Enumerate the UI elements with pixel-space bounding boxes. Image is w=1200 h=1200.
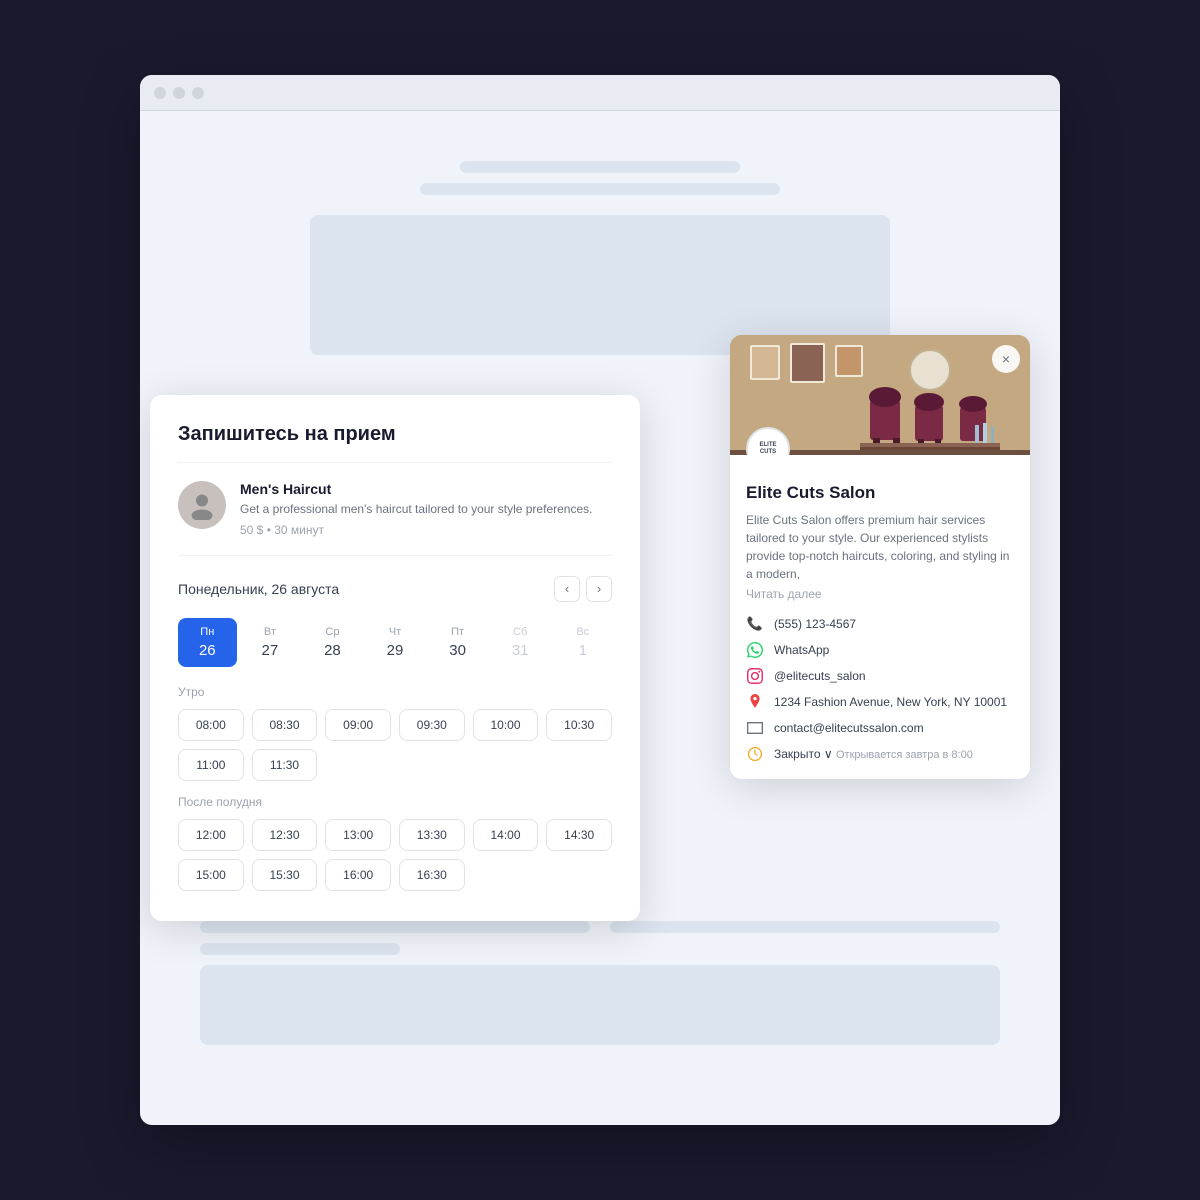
salon-banner: ELITECUTS <box>730 335 1030 455</box>
whatsapp-icon <box>746 641 764 659</box>
service-name: Men's Haircut <box>240 481 592 497</box>
phone-number: (555) 123-4567 <box>774 617 856 631</box>
time-slot-1000[interactable]: 10:00 <box>473 709 539 741</box>
time-slot-1330[interactable]: 13:30 <box>399 819 465 851</box>
contact-list: 📞 (555) 123-4567 WhatsApp <box>746 615 1014 763</box>
time-slot-0930[interactable]: 09:30 <box>399 709 465 741</box>
time-slot-1100[interactable]: 11:00 <box>178 749 244 781</box>
nav-arrows: ‹ › <box>554 576 612 602</box>
time-slot-1400[interactable]: 14:00 <box>473 819 539 851</box>
contact-hours: Закрыто ∨ Открывается завтра в 8:00 <box>746 745 1014 763</box>
time-slot-1030[interactable]: 10:30 <box>546 709 612 741</box>
date-label: Понедельник, 26 августа <box>178 581 339 597</box>
skeleton-col-2 <box>610 921 1000 933</box>
contact-phone: 📞 (555) 123-4567 <box>746 615 1014 633</box>
skeleton-row-3 <box>200 943 400 955</box>
skeleton-col-1 <box>200 921 590 933</box>
day-item-tue[interactable]: Вт 27 <box>241 618 300 667</box>
booking-modal: Запишитесь на прием Men's Haircut Get a … <box>150 395 640 921</box>
time-slot-0830[interactable]: 08:30 <box>252 709 318 741</box>
service-info: Men's Haircut Get a professional men's h… <box>240 481 592 537</box>
time-slot-1230[interactable]: 12:30 <box>252 819 318 851</box>
service-row: Men's Haircut Get a professional men's h… <box>178 481 612 556</box>
email-address: contact@elitecutssalon.com <box>774 721 924 735</box>
whatsapp-label: WhatsApp <box>774 643 829 657</box>
time-slot-1500[interactable]: 15:00 <box>178 859 244 891</box>
prev-week-button[interactable]: ‹ <box>554 576 580 602</box>
browser-dot-yellow <box>173 87 185 99</box>
instagram-icon <box>746 667 764 685</box>
contact-address: 1234 Fashion Avenue, New York, NY 10001 <box>746 693 1014 711</box>
modals-container: Запишитесь на прием Men's Haircut Get a … <box>140 135 1060 1125</box>
salon-name: Elite Cuts Salon <box>746 483 1014 503</box>
time-slot-1200[interactable]: 12:00 <box>178 819 244 851</box>
clock-icon <box>746 745 764 763</box>
afternoon-time-grid: 12:00 12:30 13:00 13:30 14:00 14:30 15:0… <box>178 819 612 891</box>
skeleton-image-bottom <box>200 965 1000 1045</box>
address: 1234 Fashion Avenue, New York, NY 10001 <box>774 695 1007 709</box>
day-item-wed[interactable]: Ср 28 <box>303 618 362 667</box>
time-slot-1600[interactable]: 16:00 <box>325 859 391 891</box>
email-icon <box>746 719 764 737</box>
day-item-sun: Вс 1 <box>553 618 612 667</box>
time-slot-1630[interactable]: 16:30 <box>399 859 465 891</box>
day-item-mon[interactable]: Пн 26 <box>178 618 237 667</box>
browser-dot-green <box>192 87 204 99</box>
close-button[interactable]: × <box>992 345 1020 373</box>
day-selector: Пн 26 Вт 27 Ср 28 Чт 29 Пт 30 <box>178 618 612 667</box>
browser-dot-red <box>154 87 166 99</box>
contact-email[interactable]: contact@elitecutssalon.com <box>746 719 1014 737</box>
read-more-link[interactable]: Читать далее <box>746 587 1014 601</box>
phone-icon: 📞 <box>746 615 764 633</box>
day-item-sat: Сб 31 <box>491 618 550 667</box>
time-slot-0800[interactable]: 08:00 <box>178 709 244 741</box>
morning-time-grid: 08:00 08:30 09:00 09:30 10:00 10:30 11:0… <box>178 709 612 781</box>
contact-instagram[interactable]: @elitecuts_salon <box>746 667 1014 685</box>
date-navigation: Понедельник, 26 августа ‹ › <box>178 576 612 602</box>
info-modal: × <box>730 335 1030 779</box>
service-desc: Get a professional men's haircut tailore… <box>240 501 592 518</box>
next-week-button[interactable]: › <box>586 576 612 602</box>
booking-title: Запишитесь на прием <box>178 423 612 463</box>
morning-label: Утро <box>178 685 612 699</box>
location-icon <box>746 693 764 711</box>
service-avatar <box>178 481 226 529</box>
time-slot-1130[interactable]: 11:30 <box>252 749 318 781</box>
day-item-thu[interactable]: Чт 29 <box>366 618 425 667</box>
service-meta: 50 $ • 30 минут <box>240 523 592 537</box>
hours-text: Закрыто ∨ Открывается завтра в 8:00 <box>774 747 973 761</box>
time-slot-1430[interactable]: 14:30 <box>546 819 612 851</box>
salon-description: Elite Cuts Salon offers premium hair ser… <box>746 511 1014 583</box>
info-body: Elite Cuts Salon Elite Cuts Salon offers… <box>730 455 1030 779</box>
instagram-handle: @elitecuts_salon <box>774 669 866 683</box>
time-slot-0900[interactable]: 09:00 <box>325 709 391 741</box>
browser-titlebar <box>140 75 1060 111</box>
time-slot-1530[interactable]: 15:30 <box>252 859 318 891</box>
contact-whatsapp[interactable]: WhatsApp <box>746 641 1014 659</box>
afternoon-label: После полудня <box>178 795 612 809</box>
time-slot-1300[interactable]: 13:00 <box>325 819 391 851</box>
day-item-fri[interactable]: Пт 30 <box>428 618 487 667</box>
